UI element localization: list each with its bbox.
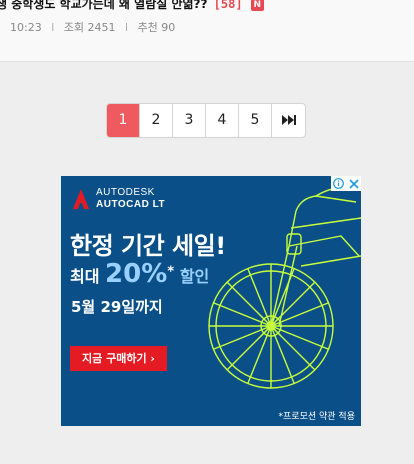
post-meta: 10:23 l 조회 2451 l 추천 90 <box>10 19 175 35</box>
page-1-button[interactable]: 1 <box>107 104 140 137</box>
ad-deadline: 5월 29일까지 <box>71 298 163 316</box>
bicycle-illustration <box>208 187 361 389</box>
skip-to-last-icon <box>281 115 296 125</box>
last-page-button[interactable] <box>272 104 305 137</box>
buy-now-button[interactable]: 지금 구매하기 › <box>70 346 167 371</box>
discount-value: 20% <box>105 259 168 289</box>
ad-disclaimer: *프로모션 약관 적용 <box>278 412 355 422</box>
comment-count: [58] <box>213 0 243 11</box>
ad-headline: 한정 기간 세일! <box>70 232 226 260</box>
post-recommends: 추천 90 <box>137 21 176 34</box>
post-title[interactable]: 생 중학생도 학교가는데 왜 열람실 안엶?? [58] N <box>0 0 264 12</box>
ad-discount: 최대 20%* 할인 <box>70 259 209 289</box>
post-views: 조회 2451 <box>63 21 116 34</box>
discount-mark: * <box>167 264 175 280</box>
ad-brand-name: AUTODESK <box>96 187 155 198</box>
post-title-text[interactable]: 생 중학생도 학교가는데 왜 열람실 안엶?? <box>0 0 207 11</box>
post-item[interactable]: 생 중학생도 학교가는데 왜 열람실 안엶?? [58] N 10:23 l 조… <box>0 0 414 62</box>
autodesk-logo-icon <box>73 189 89 209</box>
page-2-button[interactable]: 2 <box>140 104 173 137</box>
meta-separator: l <box>51 21 55 34</box>
advertisement-banner[interactable]: AUTODESK AUTOCAD LT 한정 기간 세일! 최대 20%* 할인… <box>61 176 361 426</box>
ad-close-icon[interactable] <box>346 176 361 191</box>
discount-suffix: 할인 <box>179 267 210 286</box>
pagination: 1 2 3 4 5 <box>106 103 306 138</box>
ad-brand: AUTODESK AUTOCAD LT <box>73 187 165 211</box>
meta-separator: l <box>125 21 129 34</box>
page-5-button[interactable]: 5 <box>239 104 272 137</box>
post-time: 10:23 <box>10 21 42 34</box>
page-3-button[interactable]: 3 <box>173 104 206 137</box>
adchoices-info-icon[interactable] <box>331 176 346 191</box>
page-4-button[interactable]: 4 <box>206 104 239 137</box>
new-badge: N <box>250 0 264 11</box>
discount-prefix: 최대 <box>70 267 100 286</box>
ad-product-name: AUTOCAD LT <box>96 199 166 210</box>
ad-choices <box>331 176 361 191</box>
